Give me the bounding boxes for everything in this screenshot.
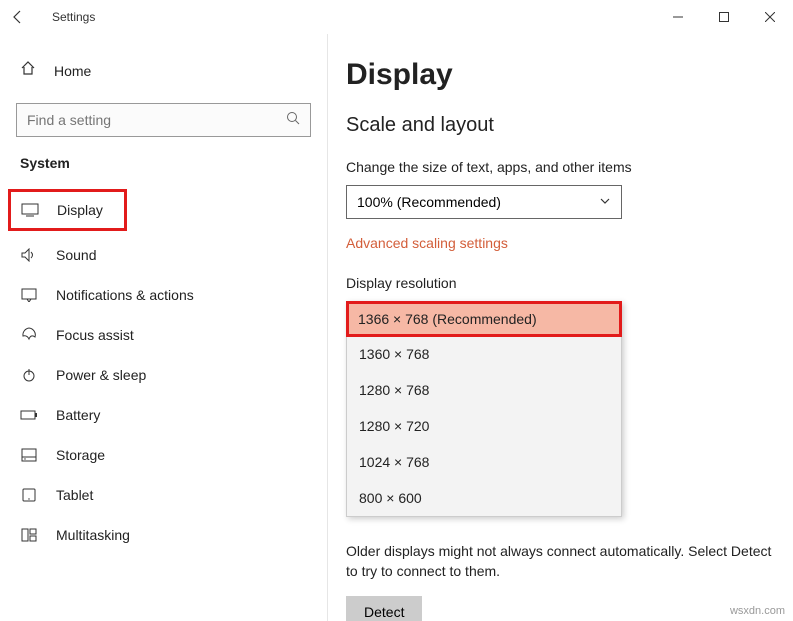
page-title: Display [346, 58, 773, 92]
storage-icon [20, 448, 38, 462]
maximize-button[interactable] [701, 1, 747, 33]
nav-label: Focus assist [56, 327, 134, 343]
scale-dropdown[interactable]: 100% (Recommended) [346, 185, 622, 219]
nav-label: Tablet [56, 487, 93, 503]
home-label: Home [54, 63, 91, 79]
sound-icon [20, 248, 38, 262]
search-box[interactable] [16, 103, 311, 137]
main-panel: Display Scale and layout Change the size… [327, 34, 793, 621]
content: Home System Display Sound [0, 34, 793, 621]
nav-label: Notifications & actions [56, 287, 194, 303]
back-button[interactable] [6, 5, 30, 29]
scale-label: Change the size of text, apps, and other… [346, 159, 773, 175]
sidebar-item-battery[interactable]: Battery [0, 395, 327, 435]
detect-button[interactable]: Detect [346, 596, 422, 621]
resolution-label: Display resolution [346, 275, 773, 291]
search-icon [286, 111, 300, 130]
nav-label: Storage [56, 447, 105, 463]
resolution-option-selected-highlight: 1366 × 768 (Recommended) [346, 301, 622, 337]
section-heading: Scale and layout [346, 114, 773, 137]
sidebar-item-storage[interactable]: Storage [0, 435, 327, 475]
focus-icon [20, 327, 38, 343]
window-controls [655, 1, 793, 33]
minimize-button[interactable] [655, 1, 701, 33]
nav-label: Battery [56, 407, 100, 423]
notifications-icon [20, 288, 38, 302]
power-icon [20, 367, 38, 383]
nav-label: Power & sleep [56, 367, 146, 383]
nav-label: Multitasking [56, 527, 130, 543]
home-icon [20, 60, 36, 81]
chevron-down-icon [599, 194, 611, 210]
sidebar-top: Home System [0, 34, 327, 185]
nav-list: Display Sound Notifications & actions Fo… [0, 185, 327, 555]
help-text: Older displays might not always connect … [346, 541, 773, 582]
sidebar-item-sound[interactable]: Sound [0, 235, 327, 275]
battery-icon [20, 409, 38, 421]
titlebar-left: Settings [6, 5, 95, 29]
sidebar-item-multitasking[interactable]: Multitasking [0, 515, 327, 555]
below-resolution: Older displays might not always connect … [346, 541, 773, 621]
nav-label: Display [57, 202, 103, 218]
search-input[interactable] [27, 112, 273, 128]
resolution-option[interactable]: 1280 × 720 [347, 408, 621, 444]
display-icon [21, 203, 39, 217]
resolution-option[interactable]: 1366 × 768 (Recommended) [349, 304, 619, 334]
watermark: wsxdn.com [730, 605, 785, 617]
close-button[interactable] [747, 1, 793, 33]
nav-label: Sound [56, 247, 96, 263]
resolution-option[interactable]: 1024 × 768 [347, 444, 621, 480]
sidebar-item-tablet[interactable]: Tablet [0, 475, 327, 515]
resolution-option[interactable]: 1280 × 768 [347, 372, 621, 408]
resolution-option[interactable]: 800 × 600 [347, 480, 621, 516]
sidebar-item-power[interactable]: Power & sleep [0, 355, 327, 395]
resolution-options-list: 1366 × 768 (Recommended) 1360 × 768 1280… [346, 301, 622, 517]
sidebar-item-focus[interactable]: Focus assist [0, 315, 327, 355]
sidebar: Home System Display Sound [0, 34, 327, 621]
app-title: Settings [52, 10, 95, 24]
sidebar-item-display[interactable]: Display [8, 189, 127, 231]
resolution-dropdown[interactable]: 1366 × 768 (Recommended) 1360 × 768 1280… [346, 301, 773, 517]
scale-value: 100% (Recommended) [357, 194, 501, 210]
resolution-option[interactable]: 1360 × 768 [347, 336, 621, 372]
titlebar: Settings [0, 0, 793, 34]
advanced-scaling-link[interactable]: Advanced scaling settings [346, 235, 773, 251]
home-item[interactable]: Home [16, 52, 311, 89]
section-label: System [20, 155, 311, 171]
tablet-icon [20, 488, 38, 502]
multitasking-icon [20, 528, 38, 542]
sidebar-item-notifications[interactable]: Notifications & actions [0, 275, 327, 315]
